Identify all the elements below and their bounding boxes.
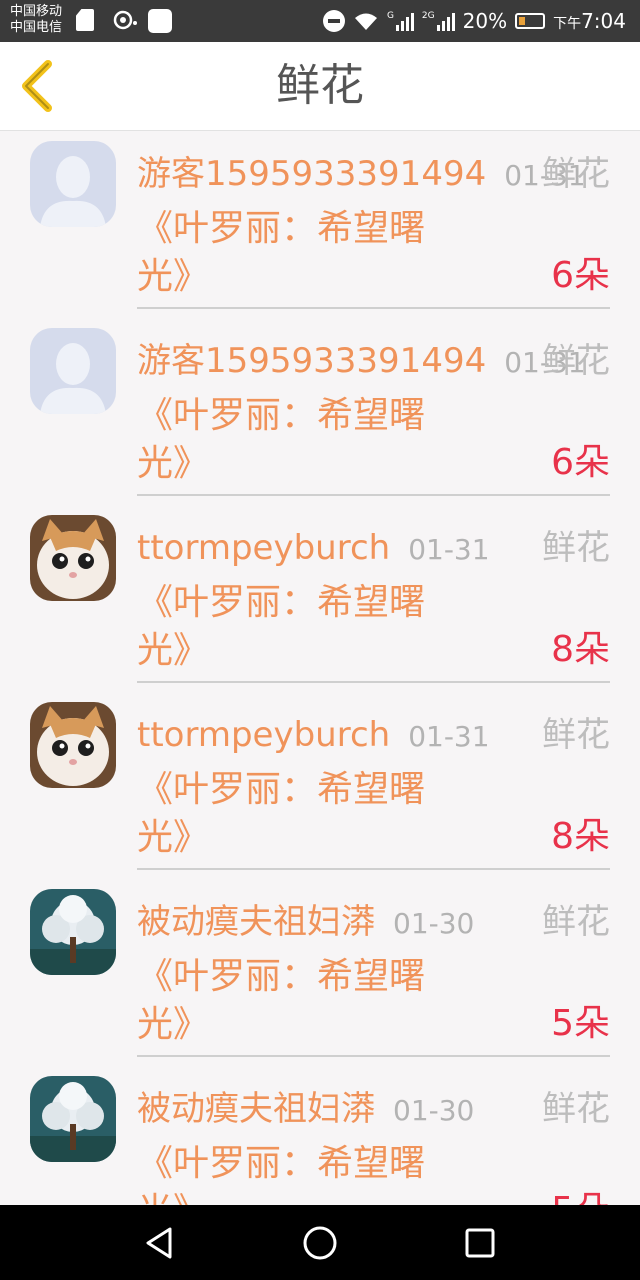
avatar[interactable] — [30, 1076, 116, 1162]
avatar[interactable] — [30, 515, 116, 601]
user-name-text: ttormpeyburch — [137, 528, 391, 568]
circle-home-icon[interactable] — [300, 1223, 340, 1263]
avatar[interactable] — [30, 141, 116, 227]
list-item[interactable]: 游客1595933391494 01-31 鲜花 《叶罗丽：希望曙光》 6朵 — [0, 131, 640, 318]
user-name: ttormpeyburch 01-31 — [137, 525, 490, 573]
gift-count: 5朵 — [551, 1003, 610, 1044]
user-name: 游客1595933391494 01-31 — [137, 151, 586, 199]
avatar[interactable] — [30, 889, 116, 975]
signal-2-icon: 2G — [422, 11, 455, 31]
status-right: G 2G 20% 下午7:04 — [322, 8, 626, 34]
gift-type: 鲜花 — [542, 1089, 610, 1129]
user-name: ttormpeyburch 01-31 — [137, 712, 490, 760]
gift-date: 01-30 — [393, 1094, 475, 1127]
avatar[interactable] — [30, 328, 116, 414]
battery-percent: 20% — [462, 9, 508, 33]
work-title: 《叶罗丽：希望曙光》 — [137, 769, 426, 858]
app-header: 鲜花 — [0, 42, 640, 131]
gift-type: 鲜花 — [542, 902, 610, 942]
signal-1-icon: G — [387, 11, 414, 31]
gift-date: 01-31 — [408, 720, 490, 753]
list-item[interactable]: 被动瘼夫祖妇漭 01-30 鲜花 《叶罗丽：希望曙光》 5朵 — [0, 879, 640, 1066]
gift-type: 鲜花 — [542, 341, 610, 381]
list-item[interactable]: ttormpeyburch 01-31 鲜花 《叶罗丽：希望曙光》 8朵 — [0, 505, 640, 692]
square-recents-icon[interactable] — [460, 1223, 500, 1263]
default-avatar-icon — [30, 328, 116, 414]
eye-icon — [113, 10, 137, 30]
list-item[interactable]: ttormpeyburch 01-31 鲜花 《叶罗丽：希望曙光》 8朵 — [0, 692, 640, 879]
gift-date: 01-31 — [408, 533, 490, 566]
triangle-back-icon[interactable] — [140, 1223, 180, 1263]
divider — [137, 868, 610, 870]
list-item[interactable]: 游客1595933391494 01-31 鲜花 《叶罗丽：希望曙光》 6朵 — [0, 318, 640, 505]
work-title: 《叶罗丽：希望曙光》 — [137, 582, 426, 671]
user-name-text: 被动瘼夫祖妇漭 — [137, 902, 375, 942]
time-prefix: 下午 — [553, 16, 582, 32]
tree-avatar-icon — [30, 1076, 116, 1162]
sd-card-icon — [76, 9, 94, 31]
work-title: 《叶罗丽：希望曙光》 — [137, 956, 426, 1045]
user-name-text: 游客1595933391494 — [137, 154, 487, 194]
gift-count: 8朵 — [551, 629, 610, 670]
user-name-text: 被动瘼夫祖妇漭 — [137, 1089, 375, 1129]
flower-gift-list: 游客1595933391494 01-31 鲜花 《叶罗丽：希望曙光》 6朵 游客… — [0, 131, 640, 1205]
gift-type: 鲜花 — [542, 154, 610, 194]
user-name: 被动瘼夫祖妇漭 01-30 — [137, 899, 474, 947]
list-item[interactable]: 被动瘼夫祖妇漭 01-30 鲜花 《叶罗丽：希望曙光》 5朵 — [0, 1066, 640, 1205]
time-value: 7:04 — [581, 9, 626, 33]
carrier-2: 中国电信 — [10, 20, 63, 35]
tree-avatar-icon — [30, 889, 116, 975]
gift-count: 6朵 — [551, 255, 610, 296]
divider — [137, 307, 610, 309]
system-nav-bar — [0, 1205, 640, 1280]
gift-date: 01-30 — [393, 907, 475, 940]
app-notification-icon — [148, 9, 172, 33]
do-not-disturb-icon — [322, 10, 345, 32]
divider — [137, 1055, 610, 1057]
carrier-1: 中国移动 — [10, 4, 63, 19]
work-title: 《叶罗丽：希望曙光》 — [137, 395, 426, 484]
default-avatar-icon — [30, 141, 116, 227]
page-title: 鲜花 — [276, 60, 364, 111]
work-title: 《叶罗丽：希望曙光》 — [137, 208, 426, 297]
gift-type: 鲜花 — [542, 528, 610, 568]
user-name: 被动瘼夫祖妇漭 01-30 — [137, 1086, 474, 1134]
user-name-text: 游客1595933391494 — [137, 341, 487, 381]
gift-count: 6朵 — [551, 442, 610, 483]
gift-count: 5朵 — [551, 1188, 610, 1205]
user-name-text: ttormpeyburch — [137, 715, 391, 755]
gift-type: 鲜花 — [542, 715, 610, 755]
avatar[interactable] — [30, 702, 116, 788]
cat-avatar-icon — [30, 515, 116, 601]
clock: 下午7:04 — [553, 9, 626, 33]
network-type-2: 2G — [421, 11, 435, 21]
work-title: 《叶罗丽：希望曙光》 — [137, 1143, 426, 1205]
battery-icon — [515, 13, 546, 29]
user-name: 游客1595933391494 01-31 — [137, 338, 586, 386]
carrier-labels: 中国移动 中国电信 — [10, 4, 62, 36]
wifi-icon — [354, 13, 377, 30]
divider — [137, 681, 610, 683]
network-type-1: G — [386, 11, 394, 21]
cat-avatar-icon — [30, 702, 116, 788]
divider — [137, 494, 610, 496]
gift-count: 8朵 — [551, 816, 610, 857]
status-bar: 中国移动 中国电信 G 2G 20% 下午7:04 — [0, 0, 640, 42]
